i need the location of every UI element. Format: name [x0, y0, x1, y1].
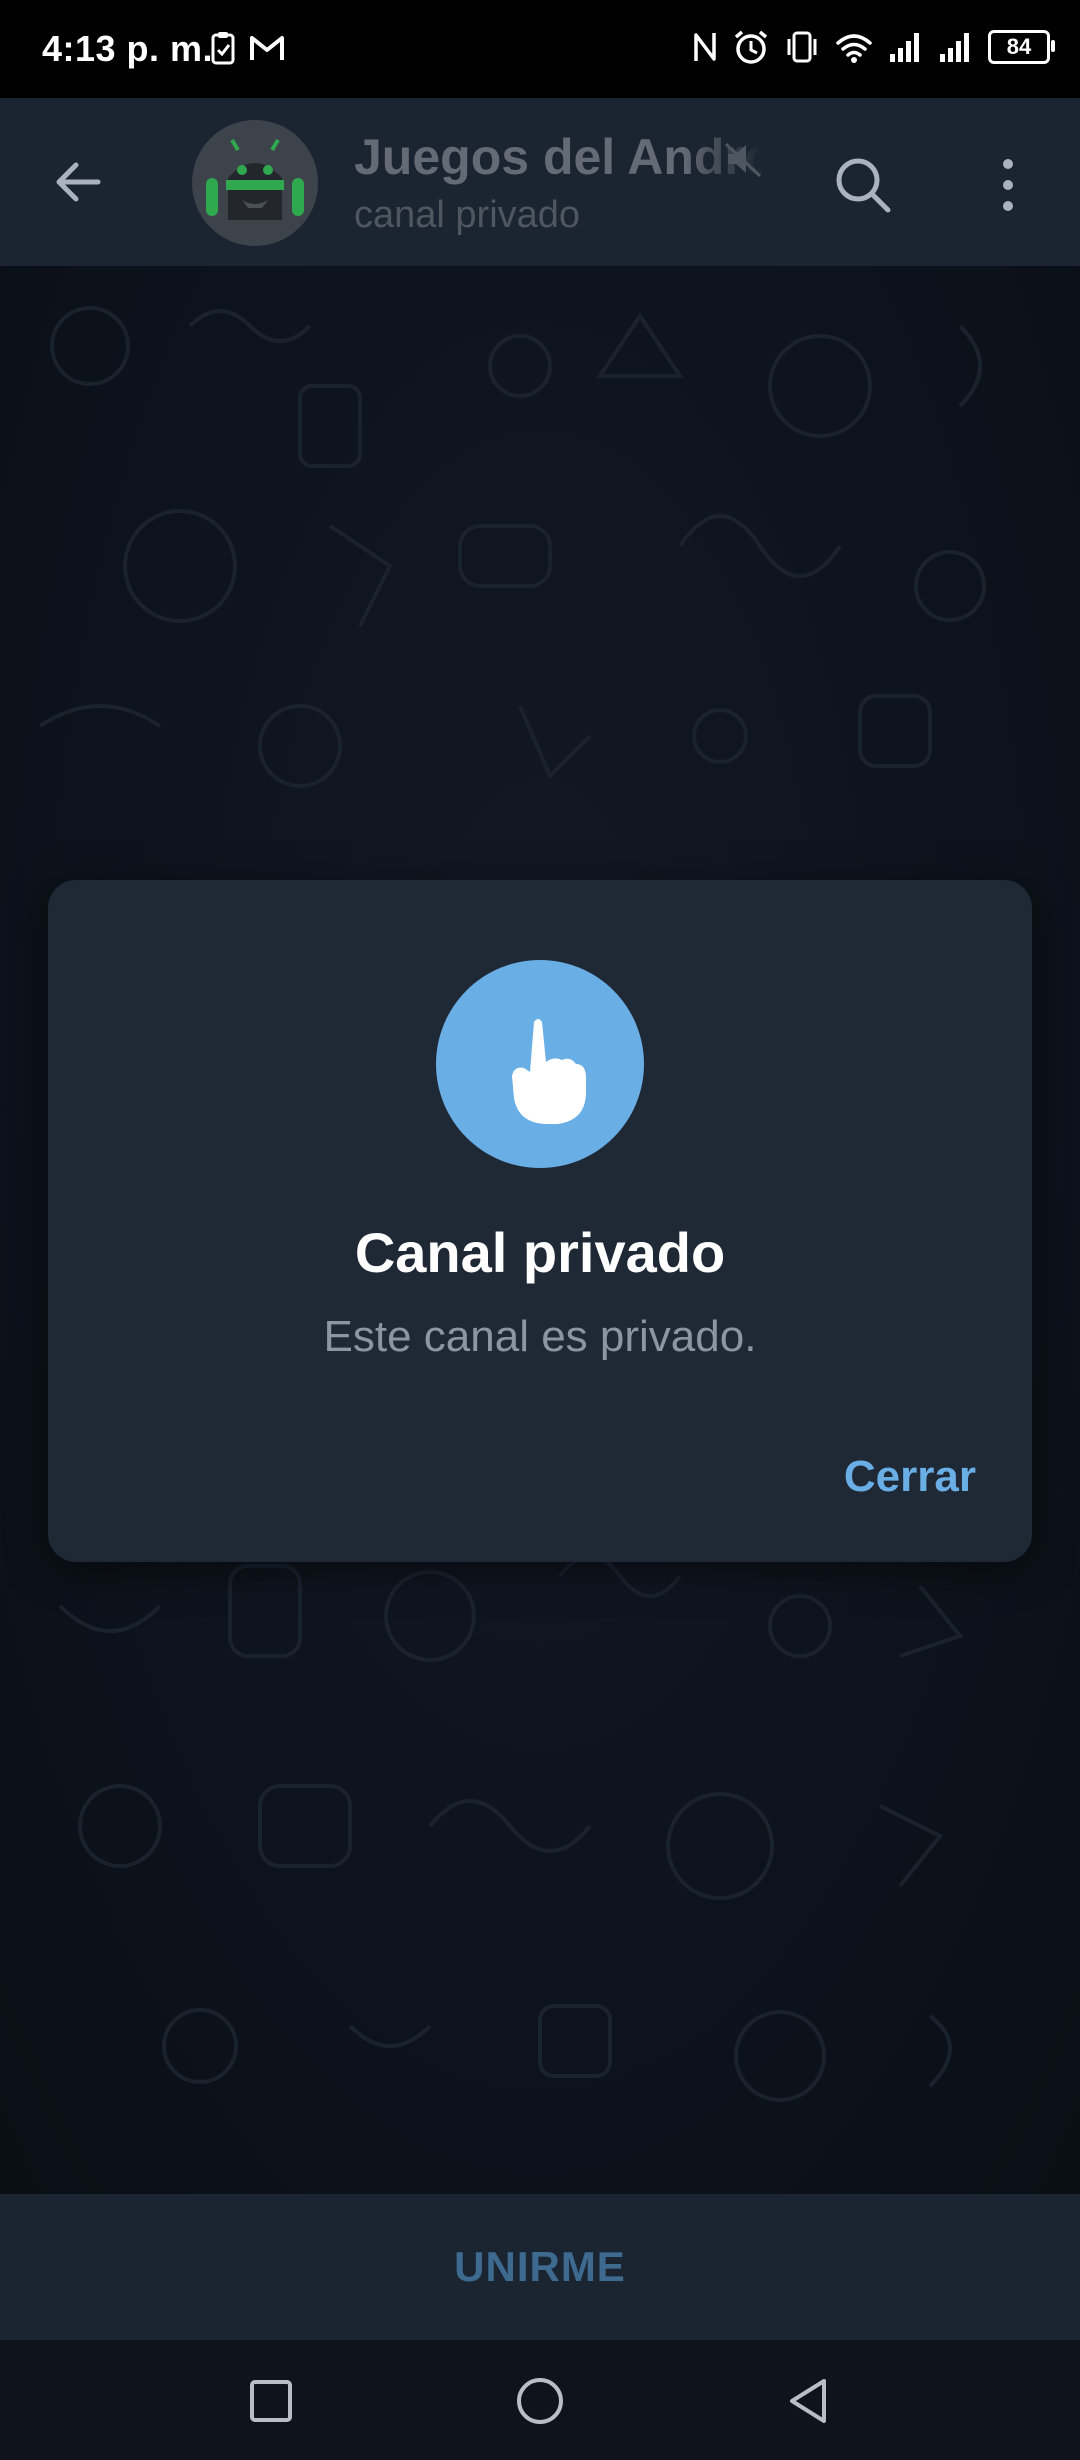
- signal-icon-2: [940, 33, 969, 62]
- gmail-icon: [250, 36, 284, 60]
- channel-avatar[interactable]: [192, 120, 318, 246]
- android-robot-icon: [192, 120, 318, 246]
- nfc-icon: [694, 33, 716, 61]
- status-system-icons: 84: [692, 28, 1055, 66]
- battery-level: 84: [1006, 34, 1032, 59]
- clipboard-icon: [211, 32, 235, 65]
- dialog-icon-circle: [436, 960, 644, 1168]
- join-bar: UNIRME: [0, 2194, 1080, 2340]
- muted-speaker-icon: [724, 142, 762, 178]
- status-time: 4:13 p. m.: [42, 28, 214, 69]
- dialog-title: Canal privado: [354, 1221, 726, 1284]
- system-nav-bar: [0, 2340, 1080, 2460]
- signal-icon-1: [890, 33, 919, 62]
- more-vertical-icon[interactable]: [990, 154, 1026, 216]
- back-triangle-icon[interactable]: [784, 2376, 834, 2426]
- battery-indicator: 84: [988, 30, 1055, 64]
- screen: 4:13 p. m. 84 Juegos del And o canal pri…: [0, 0, 1080, 2460]
- channel-title[interactable]: Juegos del Android: [354, 128, 764, 186]
- status-notification-icons: [210, 30, 286, 66]
- status-bar: 4:13 p. m. 84: [0, 0, 1080, 98]
- search-icon[interactable]: [832, 154, 894, 216]
- recents-square-icon[interactable]: [246, 2376, 296, 2426]
- pointing-hand-icon: [512, 1019, 586, 1124]
- chat-header: Juegos del Android canal privado: [0, 98, 1080, 267]
- close-button[interactable]: Cerrar: [844, 1452, 976, 1502]
- dialog-message: Este canal es privado.: [323, 1312, 757, 1361]
- join-button[interactable]: UNIRME: [454, 2243, 626, 2291]
- alarm-icon: [734, 30, 768, 64]
- wifi-icon: [836, 34, 872, 63]
- home-circle-icon[interactable]: [515, 2376, 565, 2426]
- back-arrow-icon[interactable]: [48, 152, 108, 212]
- private-channel-dialog: Canal privado Este canal es privado. Cer…: [48, 880, 1032, 1562]
- channel-subtitle: canal privado: [354, 194, 581, 236]
- vibrate-icon: [787, 31, 817, 63]
